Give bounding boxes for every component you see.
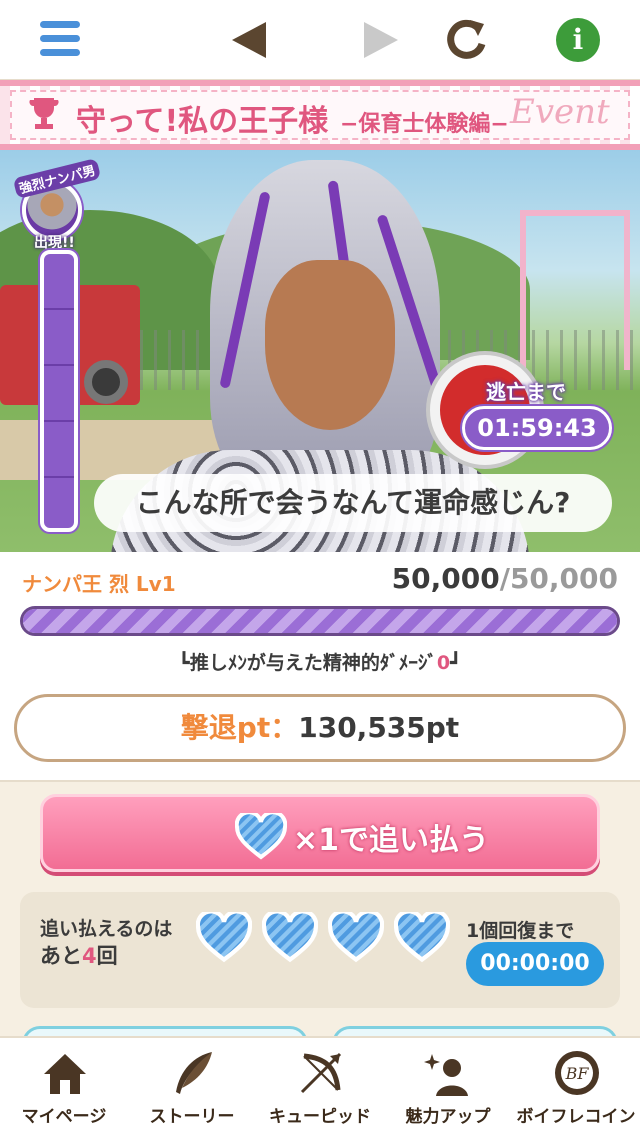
svg-text:BF: BF [565, 1064, 590, 1083]
chase-button-label: ×1で追い払う [293, 823, 490, 858]
escape-label: 逃亡まで [486, 380, 566, 404]
boss-hp-text: 50,000/50,000 [392, 562, 618, 595]
hp-max: /50,000 [499, 562, 618, 595]
hp-bar [20, 606, 620, 636]
heart-icon [328, 912, 384, 963]
nav-label: ボイフレコイン [516, 1107, 636, 1127]
hp-current: 50,000 [391, 562, 500, 595]
gauge-segment [44, 254, 74, 310]
appearance-gauge [40, 250, 78, 532]
nav-mypage[interactable]: マイページ [0, 1038, 128, 1136]
damage-suffix: ┛ [450, 652, 462, 674]
nav-charm-up[interactable]: 魅力アップ [384, 1038, 512, 1136]
damage-prefix: ┗推しﾒﾝが与えた精神的ﾀﾞﾒｰｼﾞ [178, 652, 437, 674]
remaining-line1: 追い払えるのは [40, 918, 173, 940]
escape-timer: 01:59:43 [462, 406, 612, 450]
gauge-segment [44, 422, 74, 478]
remaining-line2: あと4回 [40, 940, 118, 970]
gauge-segment [44, 366, 74, 422]
remaining-suffix: 回 [96, 944, 118, 968]
heart-icon [196, 912, 252, 963]
event-script-logo: Event [510, 92, 610, 132]
reload-icon[interactable] [440, 14, 492, 66]
repel-points-box: 撃退pt：130,535pt [14, 694, 626, 762]
repel-label: 撃退pt： [180, 711, 299, 744]
top-toolbar: i [0, 0, 640, 80]
home-icon [44, 1054, 86, 1094]
event-subtitle: −保育士体験編− [340, 112, 509, 137]
nav-label: ストーリー [149, 1107, 235, 1127]
gauge-label-bottom: 出現!! [34, 235, 75, 251]
nav-cupid[interactable]: キューピッド [256, 1038, 384, 1136]
boss-name: ナンパ王 烈 Lv1 [22, 572, 176, 596]
speech-bubble: こんな所で会うなんて運命感じん? [94, 474, 612, 532]
chase-away-button[interactable]: ×1で追い払う [40, 794, 600, 872]
info-glyph: i [556, 18, 600, 62]
damage-value: 0 [436, 652, 451, 674]
bow-arrow-icon [300, 1052, 342, 1094]
event-banner: 守って!私の王子様 −保育士体験編− Event [0, 80, 640, 150]
nav-label: マイページ [21, 1107, 107, 1127]
info-icon[interactable]: i [552, 14, 604, 66]
boss-status-panel: ナンパ王 烈 Lv1 50,000/50,000 ┗推しﾒﾝが与えた精神的ﾀﾞﾒ… [0, 552, 640, 782]
recovery-label: 1個回復まで [466, 920, 575, 942]
heart-icon [394, 912, 450, 963]
trophy-icon [29, 98, 59, 129]
character-face [265, 260, 395, 430]
repel-value: 130,535pt [298, 711, 460, 744]
remaining-chances-panel: 追い払えるのは あと4回 1個回復まで 00:00:00 [20, 892, 620, 1008]
hp-bar-fill [23, 609, 617, 633]
bottom-navigation: マイページ ストーリー キューピッド 魅力アップ BF ボイフレコイン [0, 1036, 640, 1136]
heart-icon [262, 912, 318, 963]
remaining-count: 4 [82, 944, 97, 968]
hamburger-menu-icon[interactable] [34, 14, 86, 66]
sparkle-person-icon [424, 1054, 468, 1096]
quill-icon [176, 1052, 212, 1094]
nav-label: キューピッド [269, 1107, 371, 1127]
gauge-segment [44, 310, 74, 366]
damage-line: ┗推しﾒﾝが与えた精神的ﾀﾞﾒｰｼﾞ0┛ [0, 648, 640, 675]
remaining-prefix: あと [40, 944, 82, 968]
bf-coin-icon: BF [555, 1051, 599, 1095]
event-title: 守って!私の王子様 [76, 104, 329, 139]
back-arrow-icon[interactable] [224, 14, 276, 66]
nav-label: 魅力アップ [405, 1107, 491, 1127]
nav-story[interactable]: ストーリー [128, 1038, 256, 1136]
forward-arrow-icon[interactable] [356, 14, 408, 66]
playground [520, 210, 630, 370]
nav-bf-coin[interactable]: BF ボイフレコイン [512, 1038, 640, 1136]
recovery-timer: 00:00:00 [466, 942, 604, 986]
gauge-segment [44, 478, 74, 534]
heart-icon [235, 813, 287, 860]
